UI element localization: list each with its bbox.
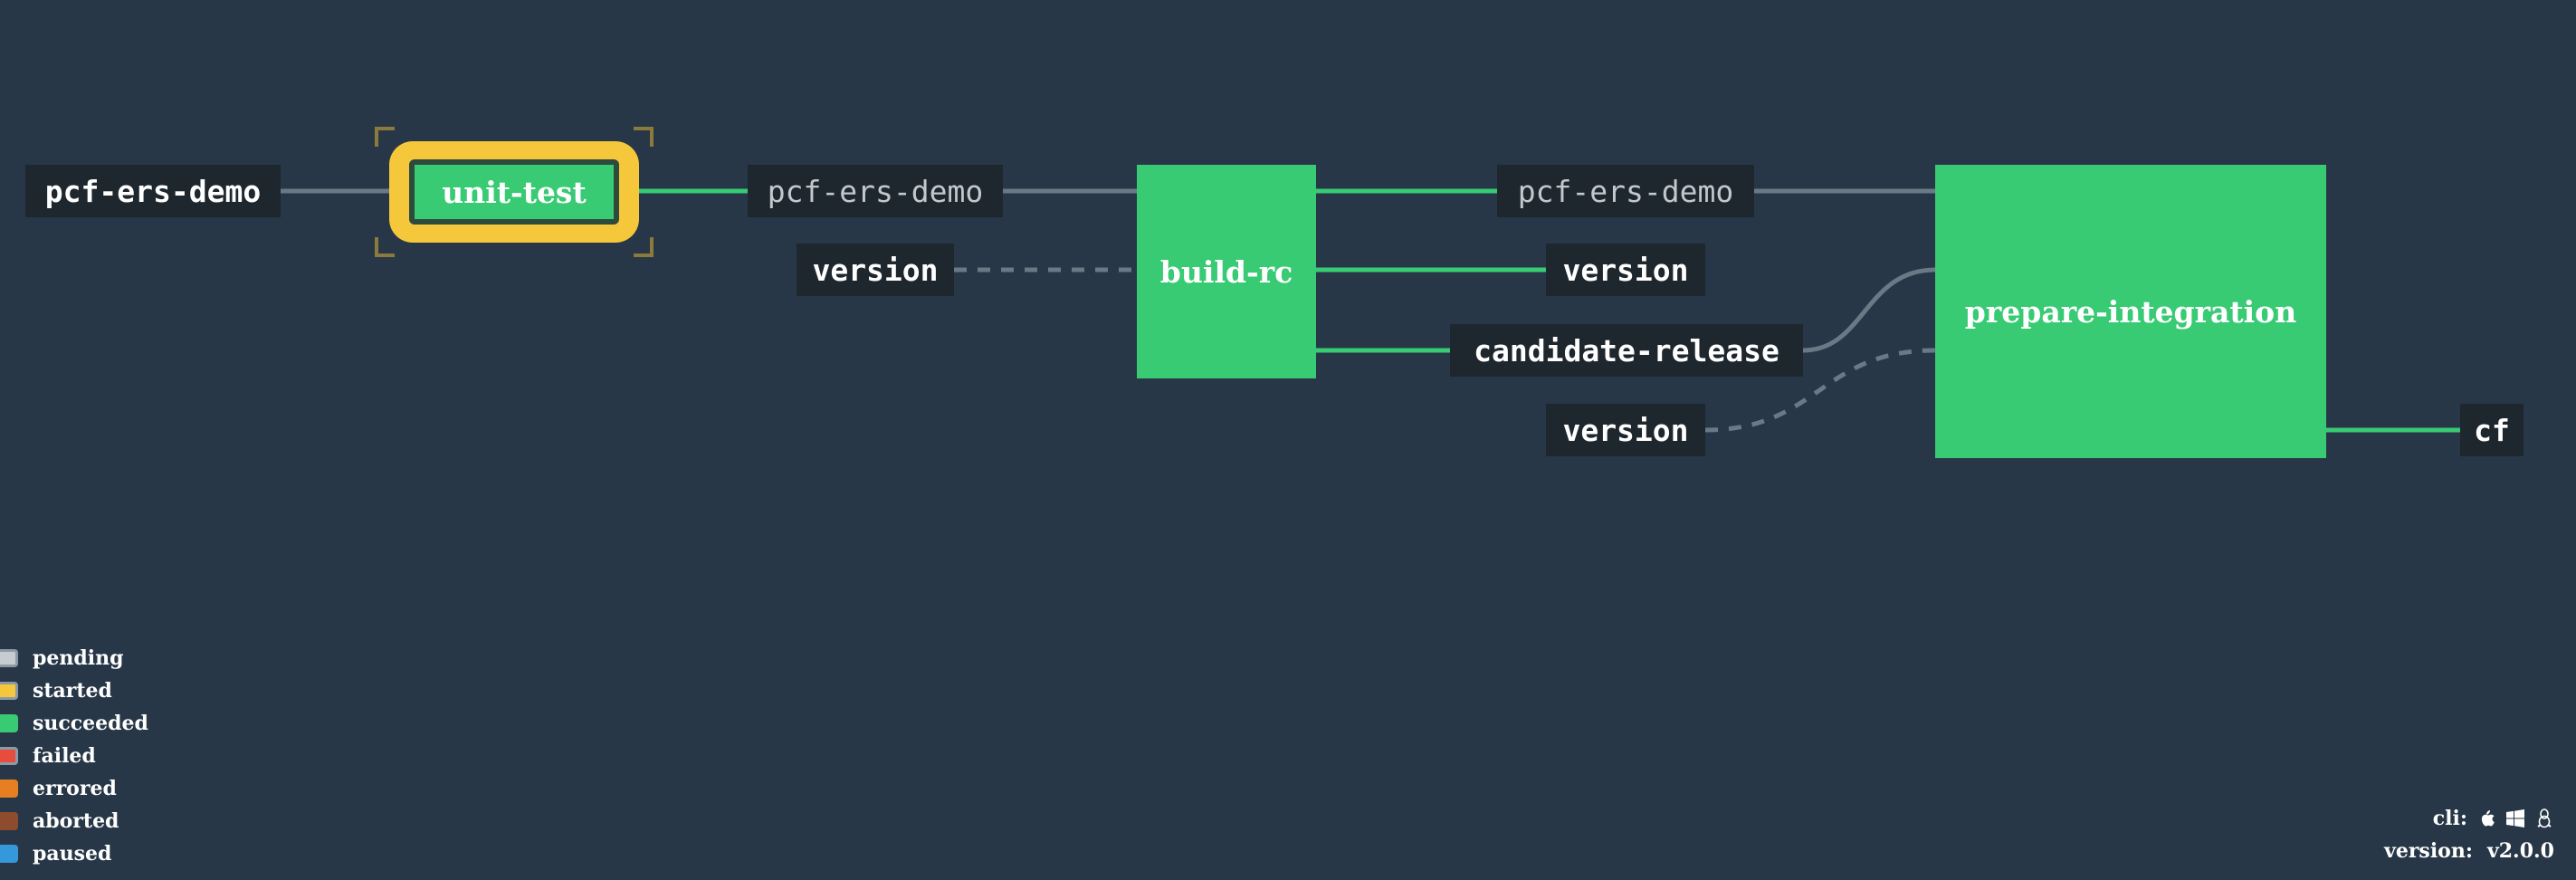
legend-swatch-errored [0,780,18,798]
cli-label: cli: [2432,807,2467,830]
version-value: v2.0.0 [2486,839,2554,863]
pipeline-canvas: pcf-ers-demo pcf-ers-demo version pcf-er… [0,0,2576,880]
linux-icon[interactable] [2534,808,2554,828]
resource-version-mid[interactable]: version [797,244,954,296]
legend-swatch-paused [0,845,18,863]
started-corner-bl [375,237,395,257]
legend-label: aborted [33,809,119,833]
version-info: version: v2.0.0 [2384,835,2554,867]
resource-cf[interactable]: cf [2460,404,2524,456]
legend-label: paused [33,842,112,866]
legend-item-paused: paused [0,840,111,867]
legend-label: failed [33,744,96,768]
started-corner-tr [634,127,654,147]
legend-item-errored: errored [0,775,117,802]
started-corner-tl [375,127,395,147]
legend-label: succeeded [33,712,148,735]
legend-swatch-started [0,682,18,700]
started-corner-br [634,237,654,257]
legend-item-started: started [0,677,112,704]
legend-swatch-failed [0,747,18,765]
apple-icon[interactable] [2476,808,2496,828]
version-label: version: [2384,839,2473,863]
legend-item-succeeded: succeeded [0,710,148,737]
legend-swatch-aborted [0,812,18,830]
resource-pcf-ers-demo-input[interactable]: pcf-ers-demo [25,165,281,217]
legend-swatch-pending [0,649,18,667]
legend-label: pending [33,646,124,670]
resource-candidate-release[interactable]: candidate-release [1450,324,1803,377]
legend-item-failed: failed [0,742,96,770]
legend-label: started [33,679,112,703]
legend-item-aborted: aborted [0,808,119,835]
job-unit-test[interactable]: unit-test [415,165,614,219]
job-build-rc[interactable]: build-rc [1137,165,1316,378]
resource-version-output[interactable]: version [1546,244,1705,296]
resource-pcf-ers-demo-output[interactable]: pcf-ers-demo [1497,165,1754,217]
legend-label: errored [33,777,117,800]
job-prepare-integration[interactable]: prepare-integration [1935,165,2326,458]
footer-info: cli: version: v2.0.0 [2384,802,2554,867]
edge-candidate-release-to-prepare-integration [1802,267,1936,353]
windows-icon[interactable] [2505,808,2525,828]
legend-item-pending: pending [0,645,124,672]
resource-pcf-ers-demo-mid[interactable]: pcf-ers-demo [748,165,1003,217]
cli-downloads: cli: [2384,802,2554,835]
resource-version-low[interactable]: version [1546,404,1705,456]
legend-swatch-succeeded [0,714,18,732]
